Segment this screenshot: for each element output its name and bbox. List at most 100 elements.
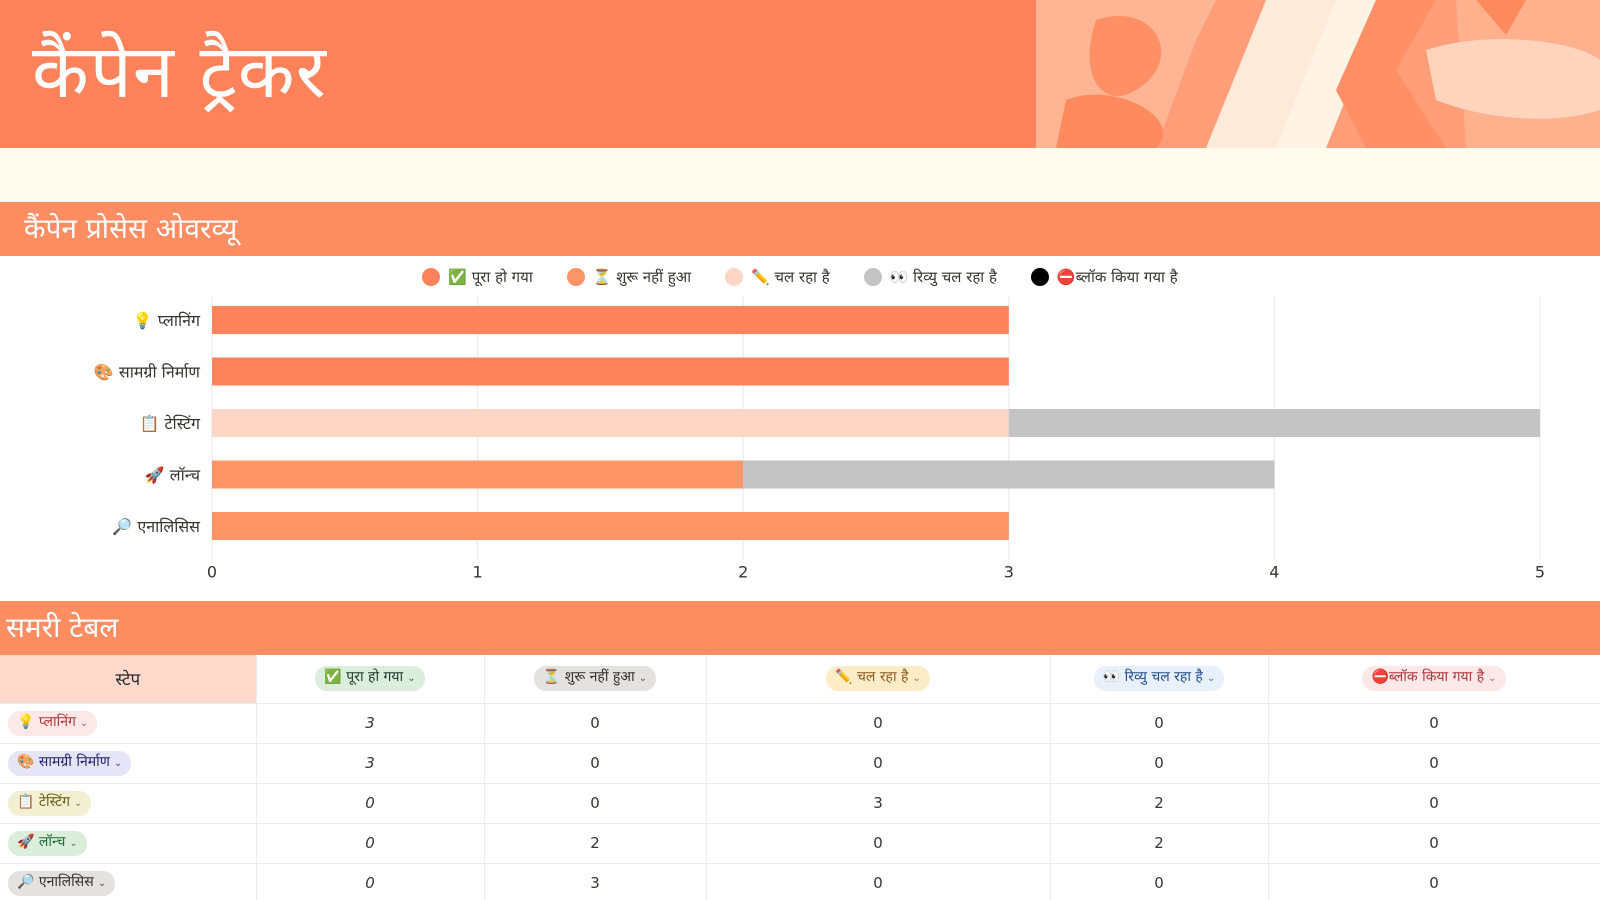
step-pill-content-creation[interactable]: 🎨 सामग्री निर्माण ⌄ xyxy=(8,750,132,776)
bar-segment[interactable] xyxy=(212,512,1009,540)
cell-value: 0 xyxy=(365,794,375,812)
cell-value: 0 xyxy=(1429,874,1439,892)
cell-value: 0 xyxy=(1429,794,1439,812)
table-row: 💡 प्लानिंग ⌄ 3 0 0 0 0 xyxy=(0,703,1600,744)
column-header-step: स्टेप xyxy=(0,655,257,704)
cell-value: 2 xyxy=(1154,834,1164,852)
legend-dot-not-started xyxy=(566,268,585,286)
header-banner: कैंपेन ट्रैकर xyxy=(0,0,1600,148)
step-pill-launch[interactable]: 🚀 लॉन्च ⌄ xyxy=(8,830,87,856)
value-cell[interactable]: 0 xyxy=(706,863,1051,900)
column-header-done[interactable]: ✅ पूरा हो गया ⌄ xyxy=(256,655,485,704)
banner-decoration-image xyxy=(1036,0,1600,148)
legend-item-in-progress[interactable]: ✏️ चल रहा है xyxy=(725,267,830,287)
cell-value: 0 xyxy=(365,874,375,892)
chevron-down-icon: ⌄ xyxy=(79,717,89,729)
status-pill-done[interactable]: ✅ पूरा हो गया ⌄ xyxy=(315,666,425,692)
bar-segment[interactable] xyxy=(743,460,1275,489)
step-pill-label: 📋 टेस्टिंग xyxy=(17,793,70,810)
status-pill-review[interactable]: 👀 रिव्यु चल रहा है ⌄ xyxy=(1093,666,1225,692)
legend-label-review: 👀 रिव्यु चल रहा है xyxy=(889,268,997,286)
value-cell[interactable]: 2 xyxy=(1050,783,1269,824)
bar-segment[interactable] xyxy=(212,460,744,489)
value-cell[interactable]: 0 xyxy=(484,783,707,824)
x-tick-label: 2 xyxy=(738,563,748,581)
summary-table: स्टेप ✅ पूरा हो गया ⌄ ⏳ शुरू नहीं हुआ ⌄ ✏️… xyxy=(0,655,1600,900)
campaign-process-bar-chart: 0 1 2 3 4 5 💡 प्लानिंग 🎨 सामग्री निर्माण 📋 टेस्ट… xyxy=(94,296,1545,581)
cell-value: 2 xyxy=(1154,794,1164,812)
cell-value: 3 xyxy=(365,754,375,772)
value-cell[interactable]: 0 xyxy=(484,703,707,744)
bar-segment[interactable] xyxy=(212,409,1009,437)
column-header-review[interactable]: 👀 रिव्यु चल रहा है ⌄ xyxy=(1050,655,1269,704)
value-cell[interactable]: 0 xyxy=(706,823,1051,864)
status-pill-label: 👀 रिव्यु चल रहा है xyxy=(1102,669,1203,686)
step-cell[interactable]: 💡 प्लानिंग ⌄ xyxy=(0,703,257,744)
x-tick-label: 4 xyxy=(1269,563,1279,581)
chart-legend: ✅ पूरा हो गया ⏳ शुरू नहीं हुआ ✏️ चल रहा … xyxy=(0,264,1600,290)
cell-value: 3 xyxy=(873,794,883,812)
value-cell[interactable]: 0 xyxy=(1268,743,1600,784)
x-tick-label: 3 xyxy=(1004,563,1014,581)
bar-segment[interactable] xyxy=(212,306,1009,334)
step-pill-planning[interactable]: 💡 प्लानिंग ⌄ xyxy=(8,710,98,736)
value-cell[interactable]: 0 xyxy=(1050,703,1269,744)
column-header-in-progress[interactable]: ✏️ चल रहा है ⌄ xyxy=(706,655,1051,704)
value-cell[interactable]: 2 xyxy=(484,823,707,864)
column-header-not-started[interactable]: ⏳ शुरू नहीं हुआ ⌄ xyxy=(484,655,707,704)
step-cell[interactable]: 🎨 सामग्री निर्माण ⌄ xyxy=(0,743,257,784)
value-cell[interactable]: 3 xyxy=(484,863,707,900)
step-cell[interactable]: 📋 टेस्टिंग ⌄ xyxy=(0,783,257,824)
status-pill-in-progress[interactable]: ✏️ चल रहा है ⌄ xyxy=(826,666,930,692)
value-cell[interactable]: 0 xyxy=(1268,823,1600,864)
value-cell[interactable]: 0 xyxy=(706,743,1051,784)
cell-value: 2 xyxy=(590,834,600,852)
legend-item-blocked[interactable]: ⛔ब्लॉक किया गया है xyxy=(1030,267,1178,287)
chevron-down-icon: ⌄ xyxy=(638,673,648,685)
table-row: 📋 टेस्टिंग ⌄ 0 0 3 2 0 xyxy=(0,783,1600,824)
y-category-label: 🔎 एनालिसिस xyxy=(112,516,201,536)
bar-segment[interactable] xyxy=(1008,409,1540,437)
step-pill-testing[interactable]: 📋 टेस्टिंग ⌄ xyxy=(8,790,92,816)
value-cell[interactable]: 0 xyxy=(706,703,1051,744)
step-cell[interactable]: 🔎 एनालिसिस ⌄ xyxy=(0,863,257,900)
bar-segment[interactable] xyxy=(212,357,1009,386)
cell-value: 0 xyxy=(873,714,883,732)
legend-item-review[interactable]: 👀 रिव्यु चल रहा है xyxy=(863,267,997,287)
value-cell[interactable]: 3 xyxy=(706,783,1051,824)
step-pill-analysis[interactable]: 🔎 एनालिसिस ⌄ xyxy=(8,870,116,896)
status-pill-blocked[interactable]: ⛔ब्लॉक किया गया है ⌄ xyxy=(1362,666,1506,692)
y-category-label: 🚀 लॉन्च xyxy=(145,466,201,485)
cell-value: 0 xyxy=(1429,834,1439,852)
legend-item-done[interactable]: ✅ पूरा हो गया xyxy=(422,267,533,287)
value-cell[interactable]: 0 xyxy=(1050,863,1269,900)
cell-value: 0 xyxy=(590,714,600,732)
legend-dot-blocked xyxy=(1030,268,1049,286)
cell-value: 0 xyxy=(590,754,600,772)
status-pill-not-started[interactable]: ⏳ शुरू नहीं हुआ ⌄ xyxy=(533,666,657,692)
step-pill-label: 🚀 लॉन्च xyxy=(17,833,66,850)
value-cell[interactable]: 3 xyxy=(256,703,485,744)
chevron-down-icon: ⌄ xyxy=(1206,673,1216,685)
value-cell[interactable]: 3 xyxy=(256,743,485,784)
y-category-label: 📋 टेस्टिंग xyxy=(139,414,201,433)
value-cell[interactable]: 2 xyxy=(1050,823,1269,864)
value-cell[interactable]: 0 xyxy=(256,863,485,900)
value-cell[interactable]: 0 xyxy=(1268,783,1600,824)
page-title: कैंपेन ट्रैकर xyxy=(32,29,327,115)
cell-value: 3 xyxy=(365,714,375,732)
value-cell[interactable]: 0 xyxy=(1268,863,1600,900)
value-cell[interactable]: 0 xyxy=(1268,703,1600,744)
value-cell[interactable]: 0 xyxy=(256,783,485,824)
cell-value: 0 xyxy=(873,874,883,892)
legend-item-not-started[interactable]: ⏳ शुरू नहीं हुआ xyxy=(566,267,691,287)
step-cell[interactable]: 🚀 लॉन्च ⌄ xyxy=(0,823,257,864)
legend-dot-review xyxy=(863,268,882,286)
value-cell[interactable]: 0 xyxy=(1050,743,1269,784)
column-header-blocked[interactable]: ⛔ब्लॉक किया गया है ⌄ xyxy=(1268,655,1600,704)
value-cell[interactable]: 0 xyxy=(256,823,485,864)
status-pill-label: ⏳ शुरू नहीं हुआ xyxy=(542,669,635,686)
table-header-row: स्टेप ✅ पूरा हो गया ⌄ ⏳ शुरू नहीं हुआ ⌄ ✏️… xyxy=(0,655,1600,704)
legend-dot-in-progress xyxy=(725,268,744,286)
value-cell[interactable]: 0 xyxy=(484,743,707,784)
